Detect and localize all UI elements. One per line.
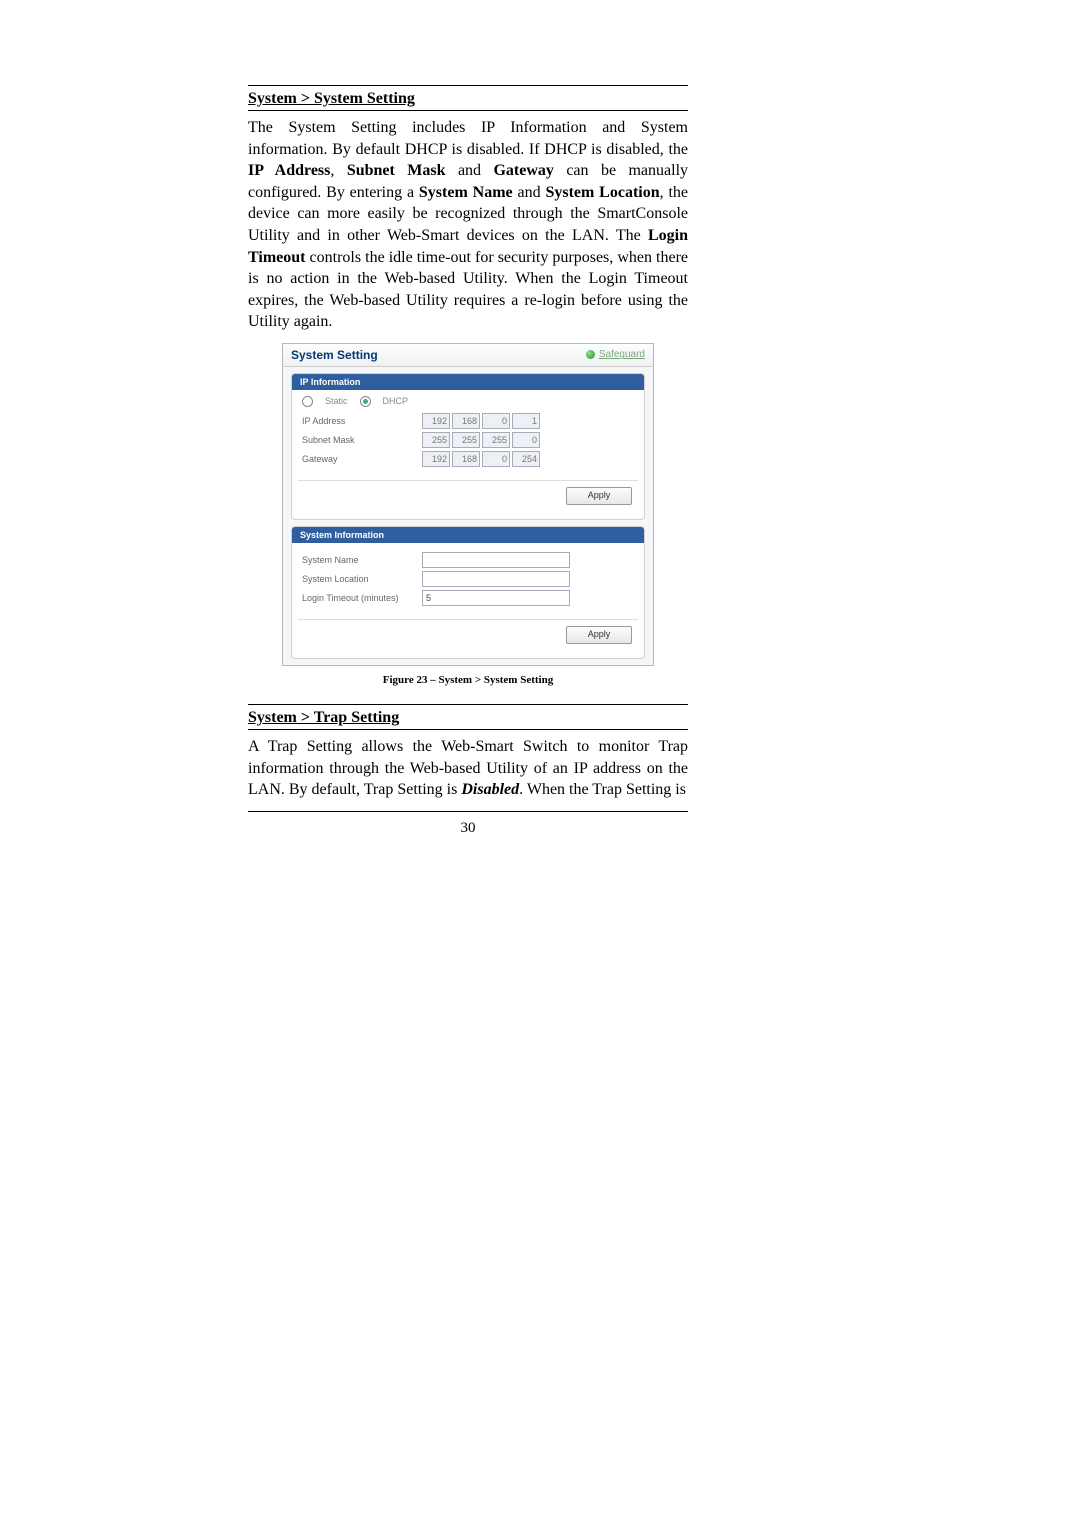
screenshot-titlebar: System Setting Safeguard <box>283 344 653 367</box>
login-timeout-input[interactable]: 5 <box>422 590 570 606</box>
ip-octet-3[interactable]: 0 <box>482 413 510 429</box>
login-timeout-row: Login Timeout (minutes) 5 <box>302 590 634 606</box>
radio-dhcp-label: DHCP <box>383 396 409 406</box>
gateway-label: Gateway <box>302 454 422 464</box>
safeguard-label: Safeguard <box>599 349 645 360</box>
page-number: 30 <box>248 820 688 837</box>
subnet-mask-row: Subnet Mask 255 255 255 0 <box>302 432 634 448</box>
system-location-row: System Location <box>302 571 634 587</box>
figure-caption: Figure 23 – System > System Setting <box>248 674 688 686</box>
radio-static[interactable] <box>302 396 313 407</box>
gateway-row: Gateway 192 168 0 254 <box>302 451 634 467</box>
mask-octet-4[interactable]: 0 <box>512 432 540 448</box>
ip-panel-separator <box>298 480 638 481</box>
system-location-label: System Location <box>302 574 422 584</box>
system-setting-paragraph: The System Setting includes IP Informati… <box>248 117 688 333</box>
ip-panel-header: IP Information <box>292 374 644 390</box>
ip-mode-radio-row: Static DHCP <box>302 396 634 407</box>
ip-octet-2[interactable]: 168 <box>452 413 480 429</box>
gw-octet-4[interactable]: 254 <box>512 451 540 467</box>
ip-apply-row: Apply <box>304 487 632 505</box>
system-information-panel: System Information System Name System Lo… <box>291 526 645 659</box>
radio-dhcp[interactable] <box>360 396 371 407</box>
system-setting-screenshot: System Setting Safeguard IP Information … <box>282 343 654 666</box>
gw-octet-1[interactable]: 192 <box>422 451 450 467</box>
system-location-input[interactable] <box>422 571 570 587</box>
radio-static-label: Static <box>325 396 348 406</box>
ip-octet-4[interactable]: 1 <box>512 413 540 429</box>
ip-apply-button[interactable]: Apply <box>566 487 632 505</box>
ip-panel-body: Static DHCP IP Address 192 168 0 1 Subne… <box>292 390 644 476</box>
heading-underline-rule <box>248 110 688 111</box>
sys-panel-body: System Name System Location Login Timeou… <box>292 543 644 615</box>
mask-octet-1[interactable]: 255 <box>422 432 450 448</box>
mask-octet-2[interactable]: 255 <box>452 432 480 448</box>
ip-address-label: IP Address <box>302 416 422 426</box>
system-name-label: System Name <box>302 555 422 565</box>
top-rule <box>248 85 688 86</box>
sys-apply-row: Apply <box>304 626 632 644</box>
gw-octet-2[interactable]: 168 <box>452 451 480 467</box>
system-name-row: System Name <box>302 552 634 568</box>
safeguard-icon <box>586 350 595 359</box>
screenshot-title-text: System Setting <box>291 348 378 362</box>
section-heading-trap-setting: System > Trap Setting <box>248 709 688 727</box>
subnet-mask-label: Subnet Mask <box>302 435 422 445</box>
sys-apply-button[interactable]: Apply <box>566 626 632 644</box>
ip-address-row: IP Address 192 168 0 1 <box>302 413 634 429</box>
sys-panel-separator <box>298 619 638 620</box>
sys-panel-header: System Information <box>292 527 644 543</box>
login-timeout-label: Login Timeout (minutes) <box>302 593 422 603</box>
footer-rule <box>248 811 688 812</box>
mask-octet-3[interactable]: 255 <box>482 432 510 448</box>
ip-octet-1[interactable]: 192 <box>422 413 450 429</box>
mid-rule-top <box>248 704 688 705</box>
section-heading-system-setting: System > System Setting <box>248 90 688 108</box>
safeguard-badge: Safeguard <box>586 349 645 360</box>
ip-information-panel: IP Information Static DHCP IP Address 19… <box>291 373 645 520</box>
document-page: System > System Setting The System Setti… <box>248 85 688 837</box>
trap-setting-paragraph: A Trap Setting allows the Web-Smart Swit… <box>248 736 688 801</box>
system-name-input[interactable] <box>422 552 570 568</box>
mid-rule-bottom <box>248 729 688 730</box>
gw-octet-3[interactable]: 0 <box>482 451 510 467</box>
